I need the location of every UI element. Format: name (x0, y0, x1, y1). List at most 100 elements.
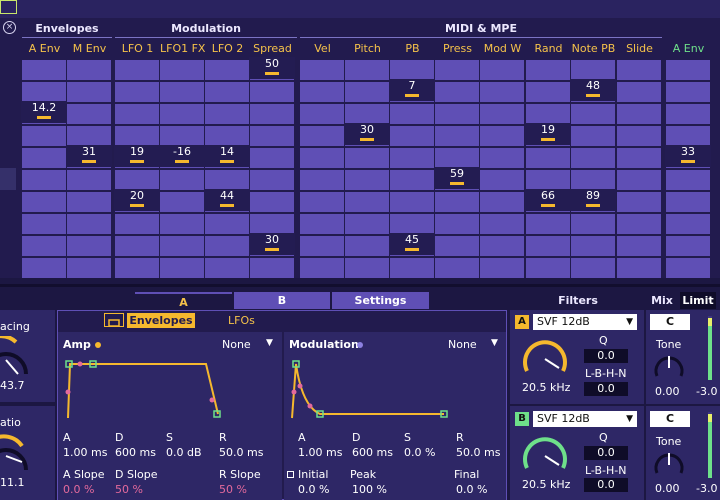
matrix-cell[interactable] (22, 82, 66, 102)
matrix-cell[interactable] (571, 104, 615, 124)
matrix-cell[interactable] (300, 60, 344, 80)
matrix-cell[interactable] (300, 214, 344, 234)
row-selector[interactable] (0, 168, 16, 190)
matrix-cell[interactable] (250, 258, 294, 278)
matrix-cell[interactable] (160, 104, 204, 124)
matrix-cell[interactable] (617, 104, 661, 124)
matrix-amount[interactable]: 33 (665, 145, 711, 167)
matrix-cell[interactable] (205, 236, 249, 256)
filter-b-toggle[interactable]: B (515, 412, 529, 426)
matrix-cell[interactable] (526, 258, 570, 278)
amp-a-value[interactable]: 1.00 ms (63, 446, 107, 459)
matrix-cell[interactable] (345, 104, 389, 124)
matrix-cell[interactable] (435, 192, 479, 212)
amp-r-value[interactable]: 50.0 ms (219, 446, 263, 459)
matrix-cell[interactable] (300, 258, 344, 278)
matrix-cell[interactable] (67, 258, 111, 278)
matrix-cell[interactable] (22, 214, 66, 234)
matrix-amount[interactable]: 14 (204, 145, 250, 167)
matrix-amount[interactable]: 7 (389, 79, 435, 101)
matrix-cell[interactable] (390, 170, 434, 190)
matrix-cell[interactable] (67, 170, 111, 190)
matrix-cell[interactable] (480, 170, 524, 190)
matrix-cell[interactable] (571, 126, 615, 146)
matrix-cell[interactable] (617, 148, 661, 168)
matrix-cell[interactable] (526, 214, 570, 234)
initial-checkbox[interactable] (287, 471, 294, 478)
matrix-cell[interactable] (571, 236, 615, 256)
filter-a-q-value[interactable]: 0.0 (584, 349, 628, 363)
mix-a-tone-knob[interactable] (652, 352, 686, 382)
tab-lfos[interactable]: LFOs (228, 313, 268, 328)
matrix-cell[interactable] (300, 104, 344, 124)
matrix-amount[interactable]: 19 (114, 145, 160, 167)
tab-envelopes[interactable]: Envelopes (127, 313, 195, 328)
matrix-cell[interactable] (205, 170, 249, 190)
matrix-cell[interactable] (22, 192, 66, 212)
matrix-cell[interactable] (390, 192, 434, 212)
matrix-cell[interactable] (250, 192, 294, 212)
matrix-cell[interactable] (666, 170, 710, 190)
matrix-cell[interactable] (205, 82, 249, 102)
filter-b-q-value[interactable]: 0.0 (584, 446, 628, 460)
amp-r-slope-value[interactable]: 50 % (219, 483, 247, 496)
matrix-cell[interactable] (22, 148, 66, 168)
matrix-cell[interactable] (617, 214, 661, 234)
ratio-knob[interactable] (0, 432, 34, 480)
matrix-cell[interactable] (666, 126, 710, 146)
matrix-cell[interactable] (617, 60, 661, 80)
matrix-cell[interactable] (160, 170, 204, 190)
matrix-cell[interactable] (205, 60, 249, 80)
matrix-cell[interactable] (390, 126, 434, 146)
matrix-cell[interactable] (115, 60, 159, 80)
mod-d-value[interactable]: 600 ms (352, 446, 393, 459)
matrix-cell[interactable] (160, 82, 204, 102)
matrix-amount[interactable]: 50 (249, 57, 295, 79)
matrix-cell[interactable] (666, 258, 710, 278)
filter-a-freq-value[interactable]: 20.5 kHz (522, 381, 570, 394)
matrix-cell[interactable] (205, 126, 249, 146)
matrix-amount[interactable]: 20 (114, 189, 160, 211)
matrix-cell[interactable] (571, 170, 615, 190)
matrix-cell[interactable] (160, 192, 204, 212)
limit-toggle[interactable]: Limit (680, 292, 716, 309)
mix-b-tone-knob[interactable] (652, 449, 686, 479)
matrix-cell[interactable] (345, 214, 389, 234)
mod-peak-value[interactable]: 100 % (352, 483, 387, 496)
matrix-cell[interactable] (300, 170, 344, 190)
matrix-cell[interactable] (67, 214, 111, 234)
matrix-cell[interactable] (617, 236, 661, 256)
matrix-amount[interactable]: 89 (570, 189, 616, 211)
matrix-amount[interactable]: 45 (389, 233, 435, 255)
matrix-cell[interactable] (571, 258, 615, 278)
matrix-cell[interactable] (345, 82, 389, 102)
ratio-value[interactable]: 11.1 (0, 476, 25, 489)
matrix-cell[interactable] (390, 258, 434, 278)
amp-target[interactable]: None (222, 338, 251, 351)
matrix-cell[interactable] (250, 148, 294, 168)
tab-a[interactable]: A (135, 292, 232, 309)
matrix-cell[interactable] (571, 148, 615, 168)
matrix-cell[interactable] (300, 126, 344, 146)
filter-b-type-select[interactable]: SVF 12dB ▼ (533, 411, 637, 427)
matrix-amount[interactable]: 30 (344, 123, 390, 145)
matrix-cell[interactable] (250, 170, 294, 190)
matrix-cell[interactable] (115, 82, 159, 102)
matrix-amount[interactable]: 14.2 (21, 101, 67, 123)
matrix-cell[interactable] (205, 214, 249, 234)
matrix-cell[interactable] (480, 236, 524, 256)
matrix-amount[interactable]: -16 (159, 145, 205, 167)
mix-b-level-value[interactable]: -3.0 (696, 482, 717, 495)
spacing-value[interactable]: 43.7 (0, 379, 25, 392)
mix-b-channel-select[interactable]: C (650, 411, 690, 427)
matrix-cell[interactable] (115, 236, 159, 256)
amp-s-value[interactable]: 0.0 dB (166, 446, 202, 459)
matrix-cell[interactable] (115, 258, 159, 278)
matrix-cell[interactable] (435, 104, 479, 124)
matrix-cell[interactable] (250, 82, 294, 102)
matrix-cell[interactable] (666, 236, 710, 256)
matrix-cell[interactable] (617, 258, 661, 278)
matrix-cell[interactable] (666, 104, 710, 124)
matrix-cell[interactable] (617, 82, 661, 102)
matrix-cell[interactable] (345, 236, 389, 256)
